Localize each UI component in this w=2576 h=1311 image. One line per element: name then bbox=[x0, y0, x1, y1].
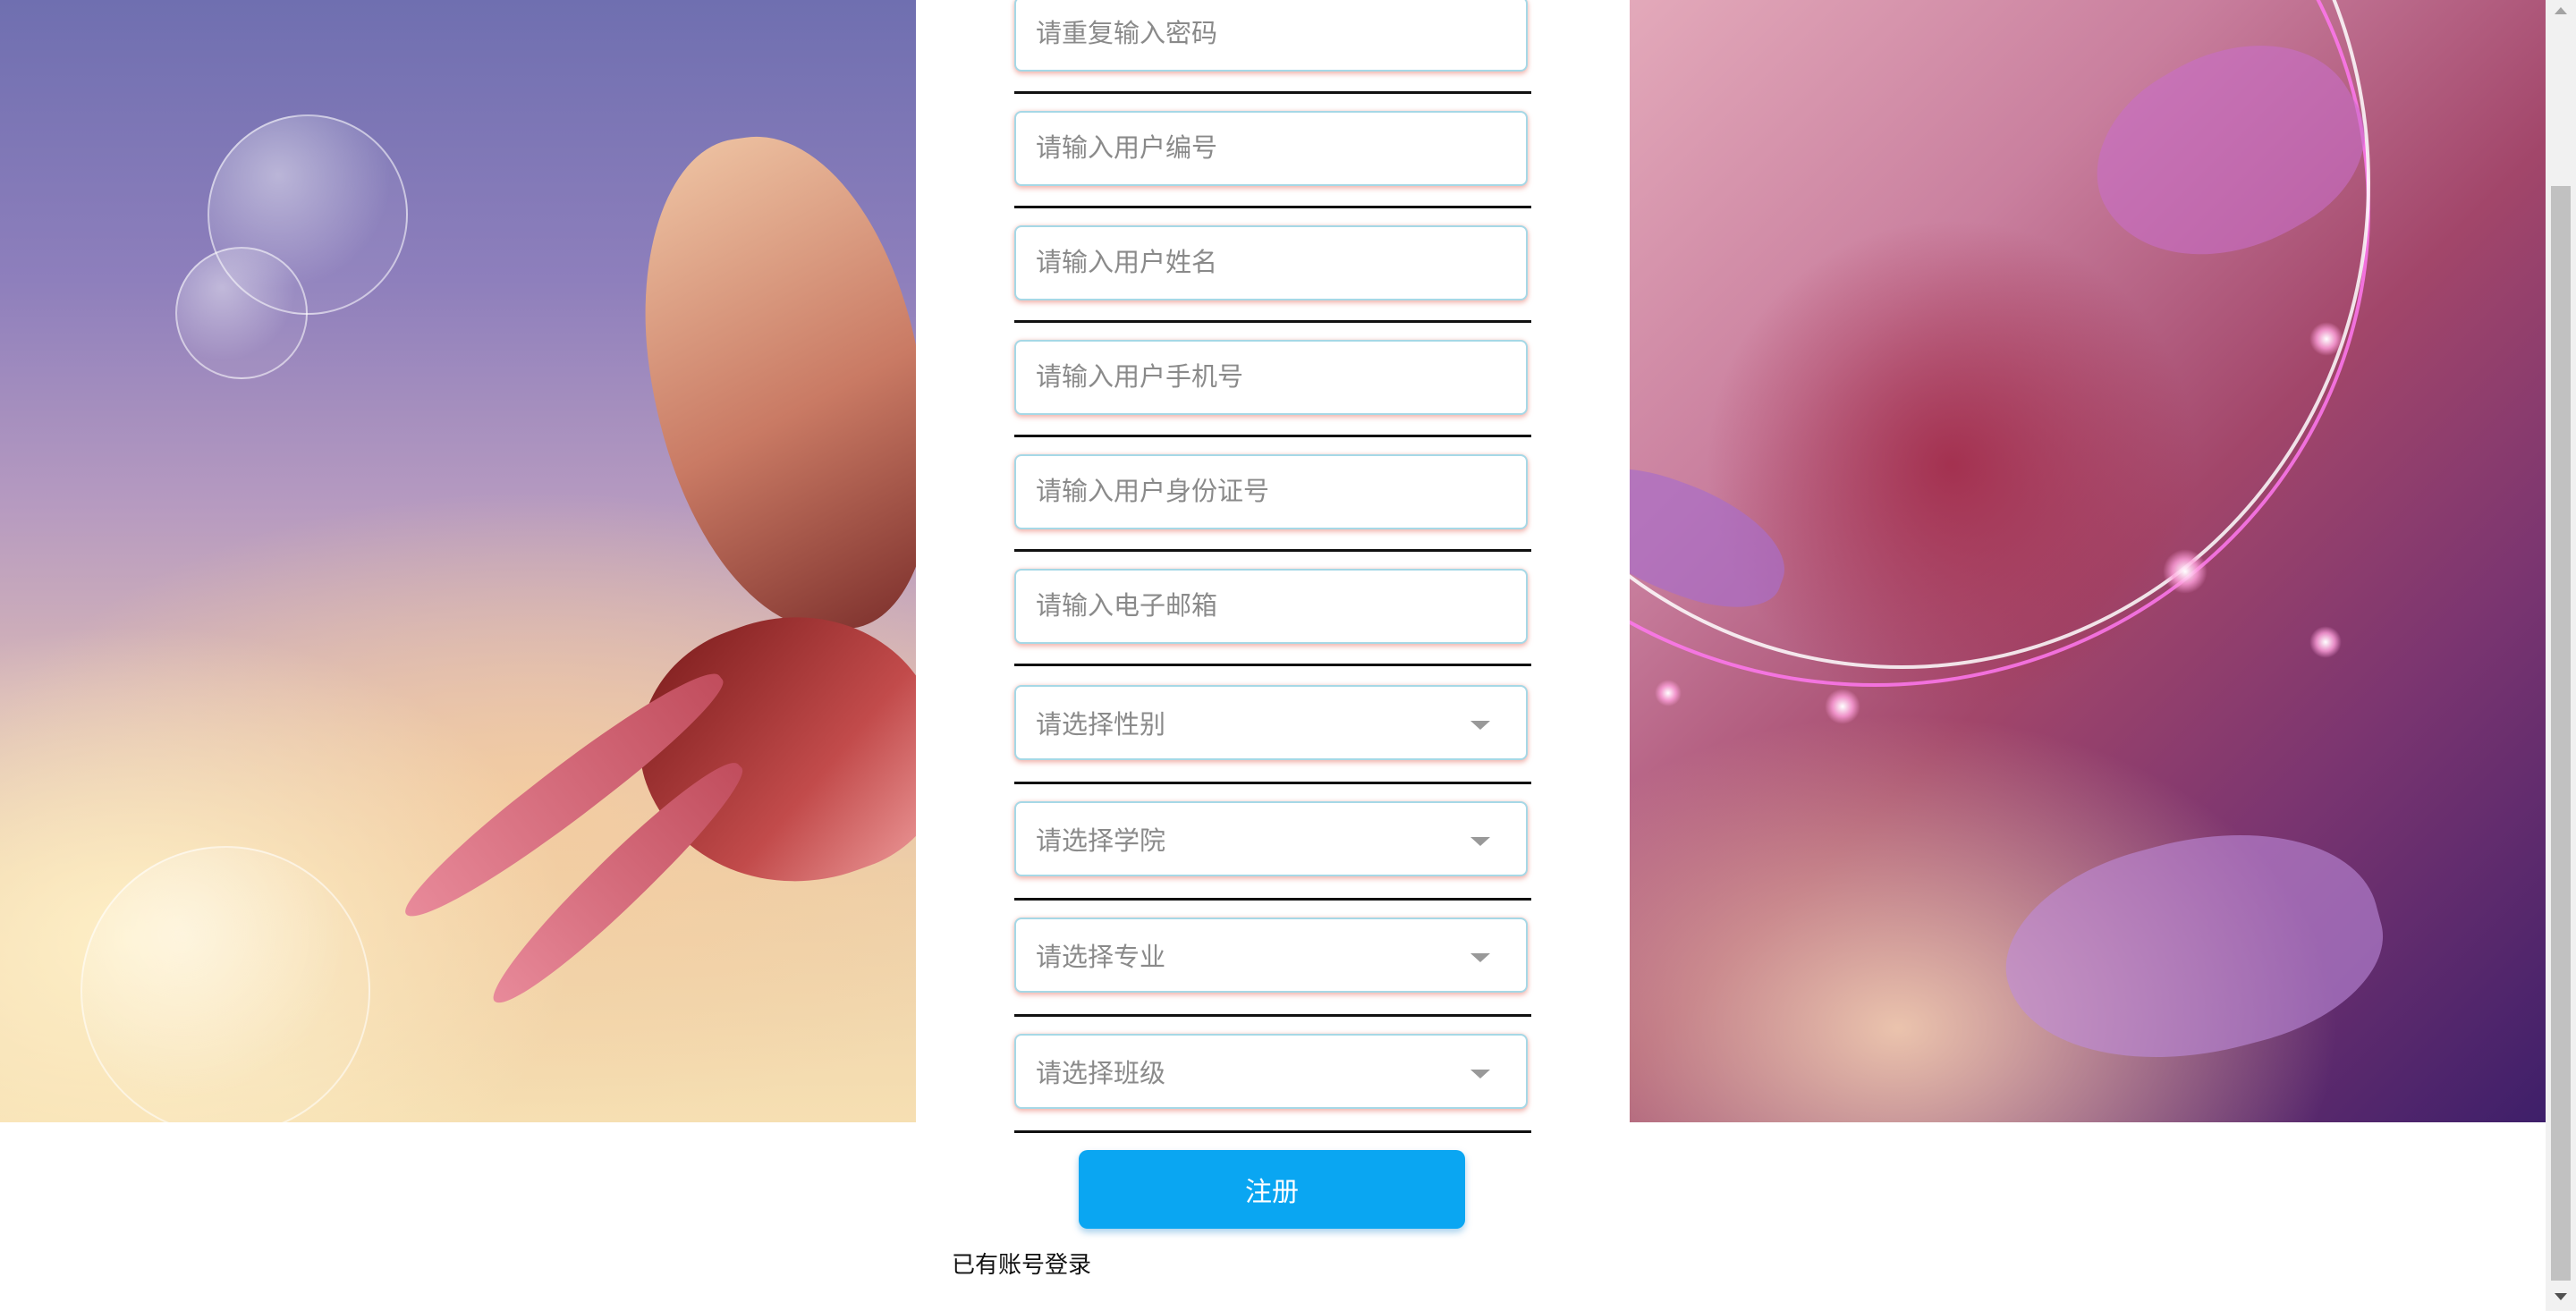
field-group-user-name bbox=[1014, 225, 1531, 323]
vertical-scrollbar[interactable] bbox=[2546, 0, 2576, 1311]
user-name-field-box bbox=[1014, 225, 1528, 300]
registration-form-panel: 请选择性别 请选择学院 请选择专业 请选择班级 bbox=[916, 0, 1630, 1311]
college-select[interactable]: 请选择学院 bbox=[1014, 801, 1528, 876]
sparkle-decoration bbox=[2163, 549, 2207, 594]
field-underline bbox=[1014, 1014, 1531, 1017]
chevron-down-icon bbox=[1470, 1070, 1490, 1078]
sparkle-decoration bbox=[1825, 689, 1860, 724]
college-select-placeholder: 请选择学院 bbox=[1036, 827, 1166, 856]
gender-select[interactable]: 请选择性别 bbox=[1014, 685, 1528, 760]
repeat-password-input[interactable] bbox=[1016, 0, 1526, 70]
phone-field-box bbox=[1014, 340, 1528, 415]
field-group-id-card bbox=[1014, 454, 1531, 552]
id-card-input[interactable] bbox=[1016, 456, 1526, 528]
user-id-field-box bbox=[1014, 111, 1528, 186]
bubble-decoration bbox=[175, 247, 308, 379]
field-underline bbox=[1014, 664, 1531, 666]
field-underline bbox=[1014, 549, 1531, 552]
field-underline bbox=[1014, 91, 1531, 94]
sparkle-decoration bbox=[2309, 322, 2343, 356]
butterfly-wing-upper bbox=[619, 117, 916, 652]
major-select[interactable]: 请选择专业 bbox=[1014, 918, 1528, 993]
field-underline bbox=[1014, 435, 1531, 437]
class-select-placeholder: 请选择班级 bbox=[1036, 1060, 1166, 1088]
field-underline bbox=[1014, 320, 1531, 323]
user-id-input[interactable] bbox=[1016, 113, 1526, 184]
class-select[interactable]: 请选择班级 bbox=[1014, 1034, 1528, 1109]
sparkle-decoration bbox=[2309, 626, 2342, 658]
field-group-class: 请选择班级 bbox=[1014, 1034, 1531, 1133]
repeat-password-field-box bbox=[1014, 0, 1528, 72]
chevron-down-icon bbox=[1470, 721, 1490, 730]
id-card-field-box bbox=[1014, 454, 1528, 529]
major-select-placeholder: 请选择专业 bbox=[1036, 943, 1166, 972]
email-field-box bbox=[1014, 569, 1528, 644]
scroll-down-arrow-icon[interactable] bbox=[2555, 1293, 2567, 1300]
email-input[interactable] bbox=[1016, 571, 1526, 642]
sparkle-decoration bbox=[1655, 680, 1682, 706]
register-button[interactable]: 注册 bbox=[1079, 1150, 1465, 1229]
chevron-down-icon bbox=[1470, 837, 1490, 846]
gender-select-placeholder: 请选择性别 bbox=[1036, 711, 1166, 740]
field-underline bbox=[1014, 898, 1531, 901]
field-underline bbox=[1014, 206, 1531, 208]
flower-petal-decoration bbox=[1984, 795, 2402, 1101]
field-underline bbox=[1014, 782, 1531, 784]
field-group-major: 请选择专业 bbox=[1014, 918, 1531, 1017]
field-group-phone bbox=[1014, 340, 1531, 437]
field-underline bbox=[1014, 1130, 1531, 1133]
register-page: 请选择性别 请选择学院 请选择专业 请选择班级 bbox=[0, 0, 2576, 1311]
existing-account-login-link[interactable]: 已有账号登录 bbox=[952, 1247, 1091, 1280]
user-name-input[interactable] bbox=[1016, 227, 1526, 299]
bubble-decoration bbox=[80, 846, 370, 1122]
field-group-repeat-password bbox=[1014, 0, 1531, 94]
scroll-up-arrow-icon[interactable] bbox=[2555, 7, 2567, 14]
field-group-email bbox=[1014, 569, 1531, 666]
field-group-gender: 请选择性别 bbox=[1014, 685, 1531, 784]
phone-input[interactable] bbox=[1016, 342, 1526, 413]
background-art-right bbox=[1630, 0, 2546, 1122]
field-group-user-id bbox=[1014, 111, 1531, 208]
field-group-college: 请选择学院 bbox=[1014, 801, 1531, 901]
chevron-down-icon bbox=[1470, 953, 1490, 962]
scrollbar-thumb[interactable] bbox=[2551, 186, 2571, 1281]
background-art-left bbox=[0, 0, 916, 1122]
